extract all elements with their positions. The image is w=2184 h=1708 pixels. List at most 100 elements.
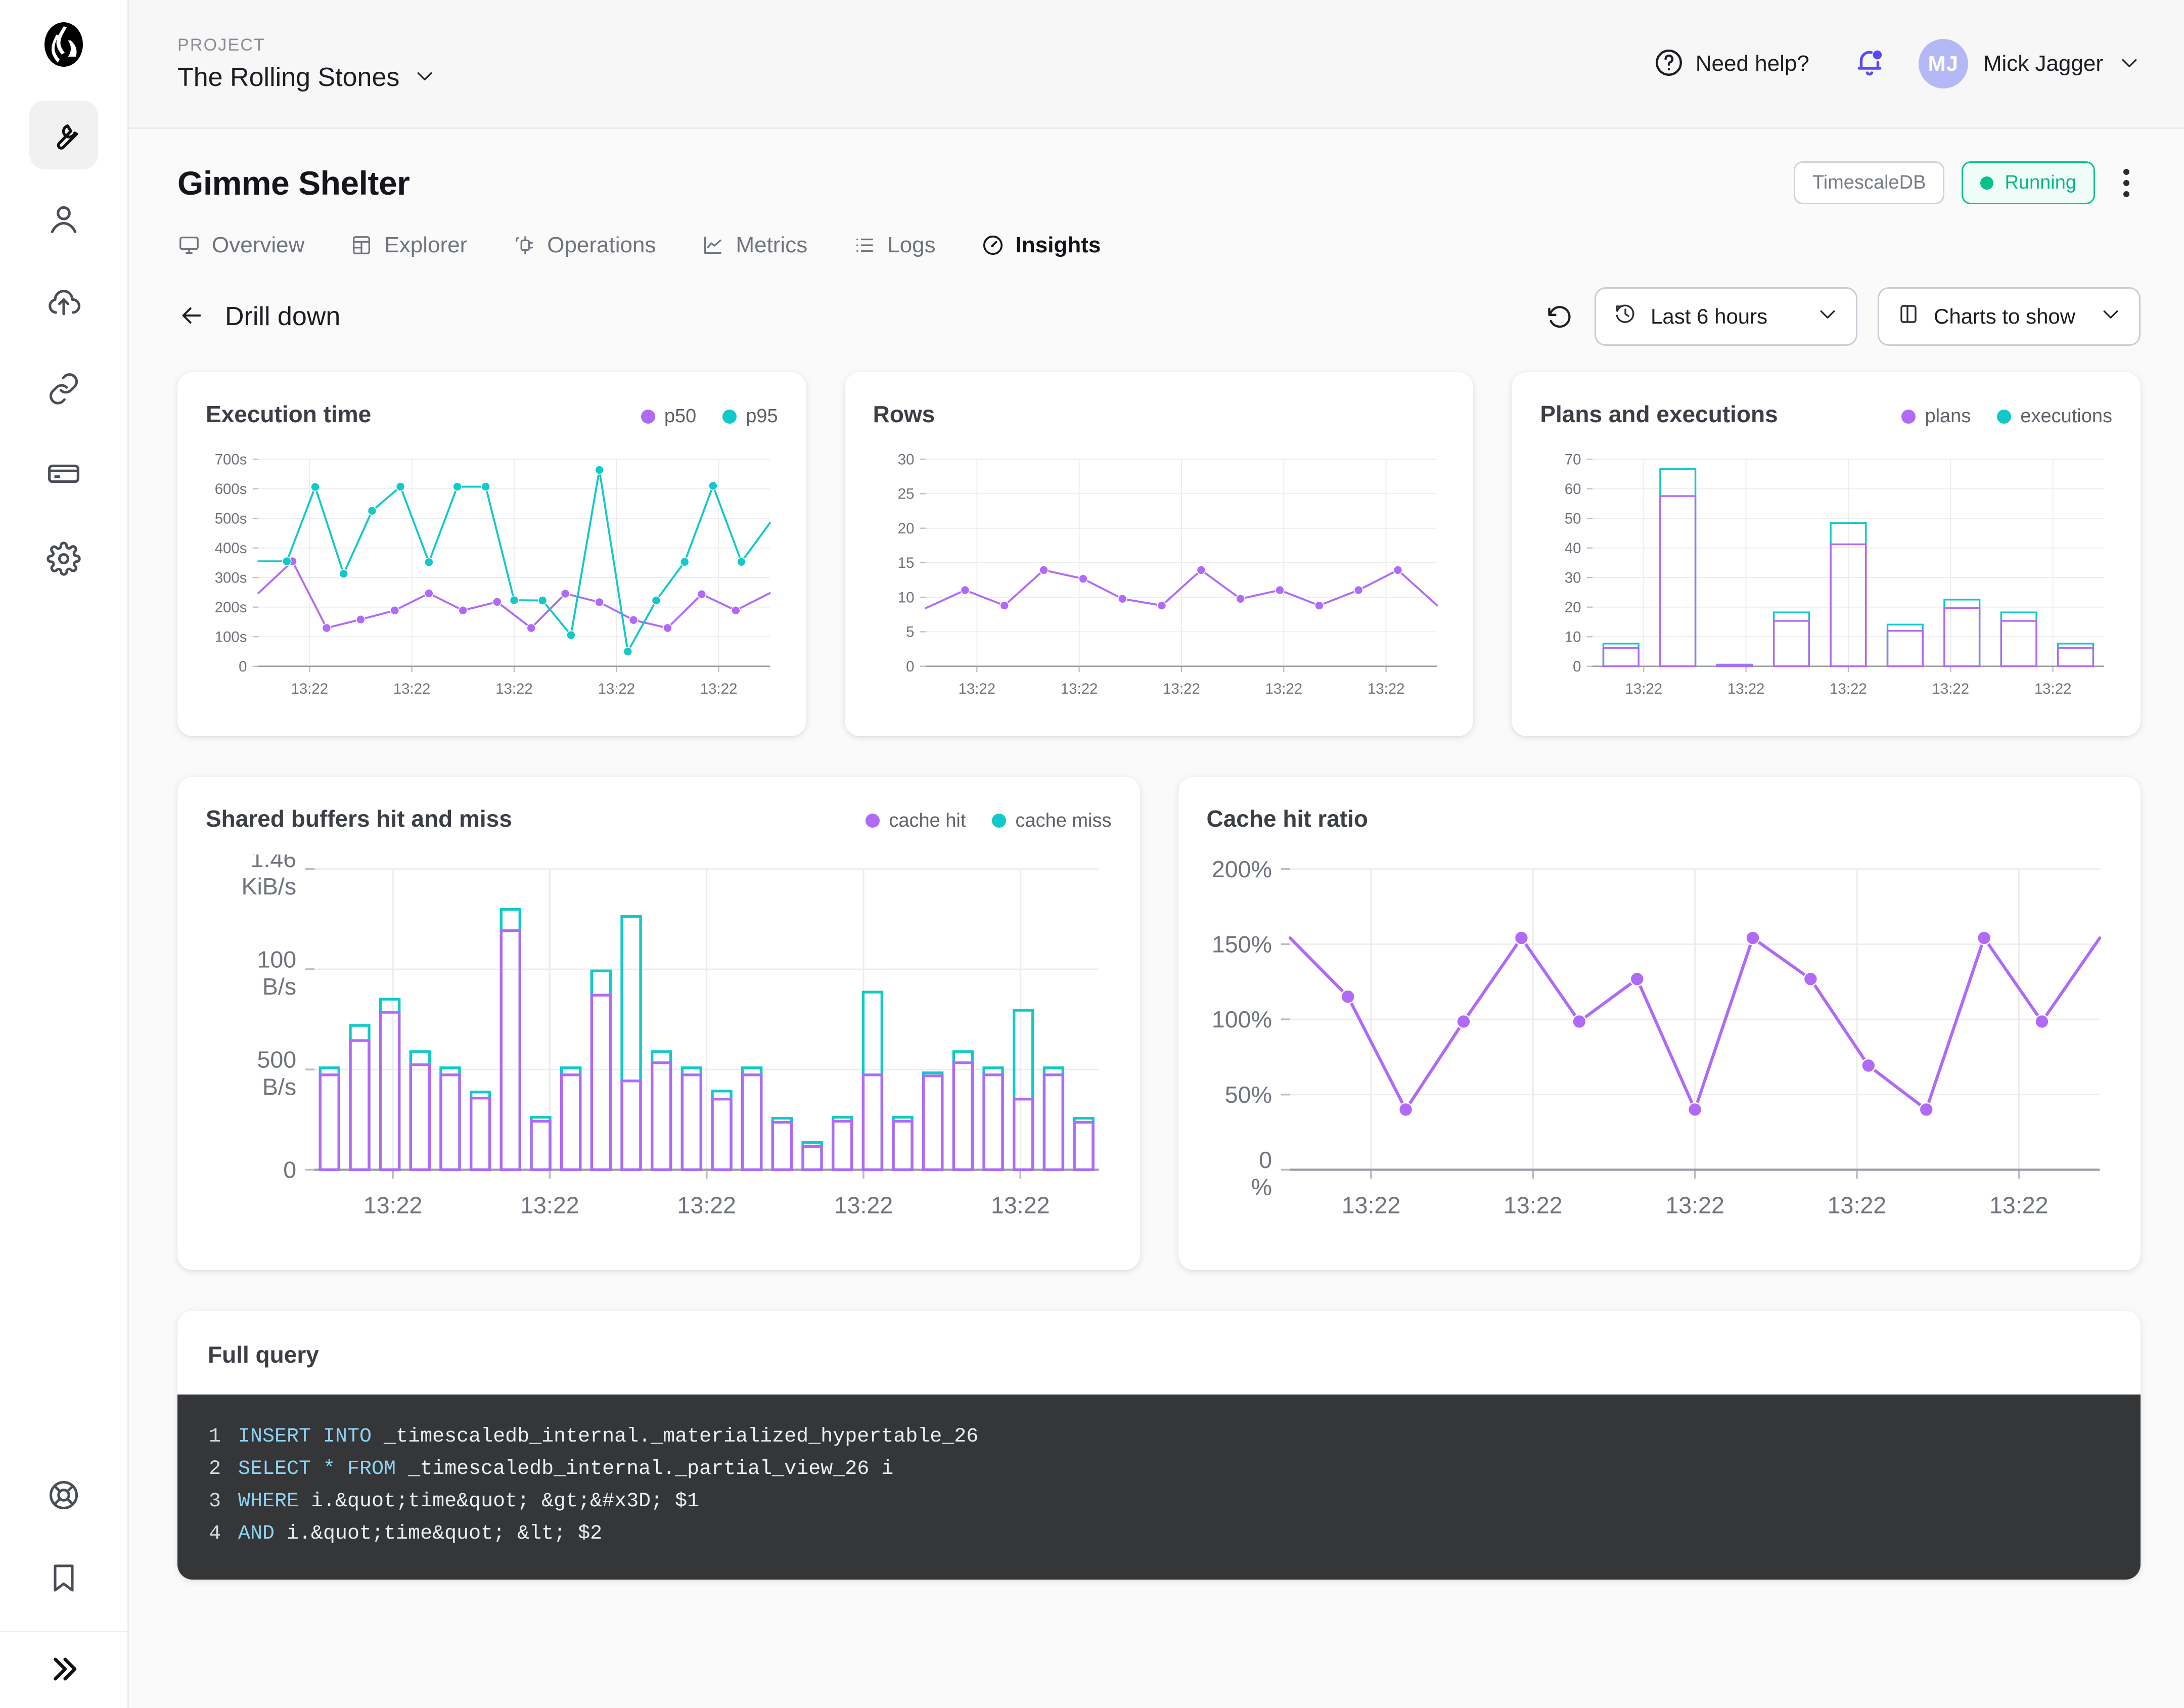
data-point[interactable] <box>623 647 633 656</box>
tab-insights[interactable]: Insights <box>981 233 1101 261</box>
data-point[interactable] <box>651 596 661 605</box>
bar-plans[interactable] <box>2057 647 2095 667</box>
sidebar-item-settings[interactable] <box>29 525 98 594</box>
bar-plans[interactable] <box>2000 620 2038 667</box>
bar-plans[interactable] <box>409 1063 431 1171</box>
bar-plans[interactable] <box>469 1096 491 1171</box>
bar-plans[interactable] <box>892 1119 914 1171</box>
data-point[interactable] <box>960 585 970 595</box>
bar-executions[interactable] <box>499 908 522 1171</box>
sidebar-item-support[interactable] <box>29 1462 98 1531</box>
bar-executions[interactable] <box>832 1115 853 1171</box>
tab-logs[interactable]: Logs <box>853 233 936 261</box>
bar-plans[interactable] <box>1603 647 1640 667</box>
bar-plans[interactable] <box>1013 1097 1034 1171</box>
bar-plans[interactable] <box>1659 495 1697 667</box>
data-point[interactable] <box>1514 930 1529 946</box>
more-vertical-icon[interactable] <box>2112 163 2141 203</box>
data-point[interactable] <box>1314 601 1324 610</box>
bar-executions[interactable] <box>439 1066 461 1171</box>
time-range-select[interactable]: Last 6 hours <box>1595 287 1857 346</box>
bar-plans[interactable] <box>1943 607 1981 667</box>
bar-plans[interactable] <box>590 994 612 1171</box>
bar-executions[interactable] <box>922 1071 944 1171</box>
data-point[interactable] <box>1353 585 1363 595</box>
tab-overview[interactable]: Overview <box>177 233 304 261</box>
data-point[interactable] <box>1398 1102 1413 1117</box>
data-point[interactable] <box>356 614 366 624</box>
data-point[interactable] <box>1976 930 1991 946</box>
data-point[interactable] <box>509 595 519 605</box>
sidebar-item-members[interactable] <box>29 186 98 254</box>
data-point[interactable] <box>595 465 604 475</box>
data-point[interactable] <box>1038 565 1049 575</box>
tab-metrics[interactable]: Metrics <box>701 233 807 261</box>
bar-executions[interactable] <box>771 1116 793 1171</box>
bar-plans[interactable] <box>680 1073 703 1171</box>
refresh-ccw-icon[interactable] <box>1545 301 1574 333</box>
data-point[interactable] <box>1157 601 1167 610</box>
bar-plans[interactable] <box>499 929 522 1171</box>
data-point[interactable] <box>395 482 405 491</box>
bar-plans[interactable] <box>379 1011 401 1171</box>
legend-item[interactable]: cache miss <box>992 810 1112 832</box>
data-point[interactable] <box>424 589 434 598</box>
bar-plans[interactable] <box>861 1073 884 1171</box>
legend-item[interactable]: executions <box>1997 406 2112 427</box>
bar-executions[interactable] <box>1073 1116 1095 1171</box>
data-point[interactable] <box>1340 989 1355 1004</box>
data-point[interactable] <box>1629 971 1645 986</box>
data-point[interactable] <box>390 605 400 615</box>
bar-executions[interactable] <box>711 1089 733 1171</box>
data-point[interactable] <box>628 615 639 625</box>
sidebar-expand-button[interactable] <box>0 1632 127 1708</box>
bar-plans[interactable] <box>1887 630 1924 667</box>
legend-item[interactable]: plans <box>1901 406 1971 427</box>
bar-plans[interactable] <box>771 1120 793 1171</box>
data-point[interactable] <box>367 506 377 516</box>
chevron-down-icon[interactable] <box>414 65 436 89</box>
legend-item[interactable]: p50 <box>641 406 696 427</box>
bar-plans[interactable] <box>832 1119 853 1171</box>
bar-plans[interactable] <box>620 1079 642 1171</box>
data-point[interactable] <box>339 569 349 579</box>
bar-plans[interactable] <box>318 1073 341 1171</box>
user-menu[interactable]: MJ Mick Jagger <box>1918 39 2141 88</box>
bar-plans[interactable] <box>651 1061 672 1171</box>
bar-executions[interactable] <box>379 998 401 1171</box>
data-point[interactable] <box>452 482 462 491</box>
bar-executions[interactable] <box>892 1115 914 1171</box>
data-point[interactable] <box>708 481 718 491</box>
data-point[interactable] <box>310 482 320 492</box>
bar-executions[interactable] <box>1943 599 1981 667</box>
data-point[interactable] <box>492 597 502 607</box>
data-point[interactable] <box>322 623 332 633</box>
bar-plans[interactable] <box>741 1073 763 1171</box>
data-point[interactable] <box>663 623 672 633</box>
tab-explorer[interactable]: Explorer <box>350 233 467 261</box>
data-point[interactable] <box>537 596 548 605</box>
bar-executions[interactable] <box>349 1024 371 1171</box>
bar-executions[interactable] <box>469 1090 491 1171</box>
data-point[interactable] <box>999 601 1009 610</box>
data-point[interactable] <box>1745 930 1760 946</box>
bar-plans[interactable] <box>801 1145 823 1171</box>
data-point[interactable] <box>731 605 741 615</box>
bar-plans[interactable] <box>349 1039 371 1171</box>
bar-plans[interactable] <box>922 1074 944 1171</box>
bar-executions[interactable] <box>982 1066 1004 1171</box>
data-point[interactable] <box>1117 594 1127 604</box>
project-switcher[interactable]: PROJECT The Rolling Stones <box>177 35 436 93</box>
data-point[interactable] <box>1803 971 1818 986</box>
bar-executions[interactable] <box>861 991 884 1171</box>
data-point[interactable] <box>1571 1014 1587 1029</box>
chevron-down-icon[interactable] <box>2118 52 2141 76</box>
data-point[interactable] <box>2034 1014 2050 1029</box>
data-point[interactable] <box>595 597 604 607</box>
data-point[interactable] <box>458 605 468 615</box>
legend-item[interactable]: cache hit <box>866 810 966 832</box>
bar-executions[interactable] <box>1013 1009 1034 1171</box>
sidebar-item-backups[interactable] <box>29 271 98 339</box>
data-point[interactable] <box>1275 585 1285 595</box>
charts-to-show-select[interactable]: Charts to show <box>1878 287 2141 346</box>
